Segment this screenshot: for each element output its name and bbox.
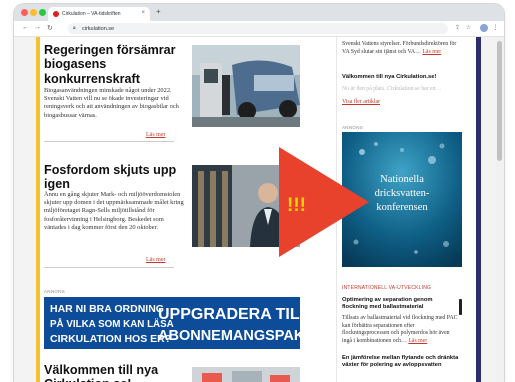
article-excerpt: Ännu en gång skjuter Mark- och miljööver… xyxy=(44,191,184,231)
banner-right-line-1: UPPGRADERA TILL xyxy=(158,306,300,323)
biogas-pump-photo xyxy=(192,45,300,127)
sidebar-news-title[interactable]: Välkommen till nya Cirkulation.se! xyxy=(342,74,467,81)
menu-icon[interactable]: ⋮ xyxy=(492,25,499,32)
browser-toolbar: ← → ↻ 🔒︎ cirkulation.se ⇪ ☆ ⋮ xyxy=(14,21,504,37)
reload-button[interactable]: ↻ xyxy=(47,24,53,32)
sidebar-read-more-link[interactable]: Läs mer xyxy=(422,49,441,55)
article-title[interactable]: Regeringen försämrar biogasens konkurren… xyxy=(44,43,189,86)
biogas-pump-image[interactable] xyxy=(192,45,300,127)
accent-stripe xyxy=(36,37,40,382)
sidebar-edge-stripe xyxy=(476,37,481,382)
page-scrollbar-thumb[interactable] xyxy=(497,41,502,161)
star-icon[interactable]: ☆ xyxy=(465,25,472,32)
banner-left-line-1: HAR NI BRA ORDNING xyxy=(50,303,164,315)
sidebar-news-excerpt-faded: Nu är den på plats. Cirkulation.se har e… xyxy=(342,86,442,92)
read-more-link[interactable]: Läs mer xyxy=(146,257,166,263)
close-tab-icon[interactable]: × xyxy=(141,10,145,16)
address-bar[interactable]: 🔒︎ cirkulation.se xyxy=(68,23,448,34)
read-more-link[interactable]: Läs mer xyxy=(146,132,166,138)
ad-label: ANNONS xyxy=(44,289,66,294)
browser-window: Cirkulation – VA-tidskriften × + ← → ↻ 🔒… xyxy=(14,4,504,382)
close-window-button[interactable] xyxy=(21,9,28,16)
tab-strip: Cirkulation – VA-tidskriften × + xyxy=(14,4,504,21)
red-arrow-overlay: !!! xyxy=(279,147,369,257)
browser-tab[interactable]: Cirkulation – VA-tidskriften × xyxy=(48,7,150,21)
forward-button[interactable]: → xyxy=(34,24,41,31)
sidebar-list-scrollbar[interactable] xyxy=(459,299,462,315)
page-viewport: Regeringen försämrar biogasens konkurren… xyxy=(14,37,504,382)
sidebar-category[interactable]: INTERNATIONELL VA-UTVECKLING xyxy=(342,285,431,291)
banner-right-line-2: ABONNEMANGSPAKET xyxy=(158,328,300,344)
sidebar-article-read-more[interactable]: Läs mer xyxy=(408,338,427,344)
article-thumbnail[interactable] xyxy=(192,367,300,382)
article-title[interactable]: Fosfordom skjuts upp igen xyxy=(44,163,189,192)
banner-left-line-3: CIRKULATION HOS ER? xyxy=(50,333,171,345)
profile-avatar[interactable] xyxy=(480,24,488,32)
alert-marks: !!! xyxy=(287,195,306,216)
article-title[interactable]: Välkommen till nya Cirkulation.se! xyxy=(44,363,189,382)
address-url: cirkulation.se xyxy=(82,26,115,32)
tab-title: Cirkulation – VA-tidskriften xyxy=(62,11,121,17)
maximize-window-button[interactable] xyxy=(39,9,46,16)
subscription-banner-ad[interactable]: HAR NI BRA ORDNING PÅ VILKA SOM KAN LÄSA… xyxy=(44,297,300,349)
favicon-icon xyxy=(53,11,59,17)
article-divider xyxy=(44,141,174,142)
sidebar-news-excerpt: Svenskt Vattens styrelser. Förbundsdirek… xyxy=(342,41,457,55)
sidebar-article-title[interactable]: En jämförelse mellan flytande och dränkt… xyxy=(342,355,460,369)
article-divider xyxy=(44,267,174,268)
lock-icon: 🔒︎ xyxy=(73,25,76,31)
banner-left-line-2: PÅ VILKA SOM KAN LÄSA xyxy=(50,319,174,330)
share-icon[interactable]: ⇪ xyxy=(454,25,461,32)
back-button[interactable]: ← xyxy=(22,24,29,31)
minimize-window-button[interactable] xyxy=(30,9,37,16)
sidebar-article-title[interactable]: Optimering av separation genom flockning… xyxy=(342,297,454,311)
new-tab-button[interactable]: + xyxy=(156,7,161,16)
sidebar-ad-label: ANNONS xyxy=(342,125,364,130)
banner-graphic: HAR NI BRA ORDNING PÅ VILKA SOM KAN LÄSA… xyxy=(44,297,300,349)
sidebar-article-excerpt: Tillsats av ballastmaterial vid flocknin… xyxy=(342,315,458,344)
article-excerpt: Biogasanvändningen minskade något under … xyxy=(44,87,179,119)
thumbnail-photo xyxy=(192,367,300,382)
show-more-articles-link[interactable]: Visa fler artiklar xyxy=(342,99,380,107)
